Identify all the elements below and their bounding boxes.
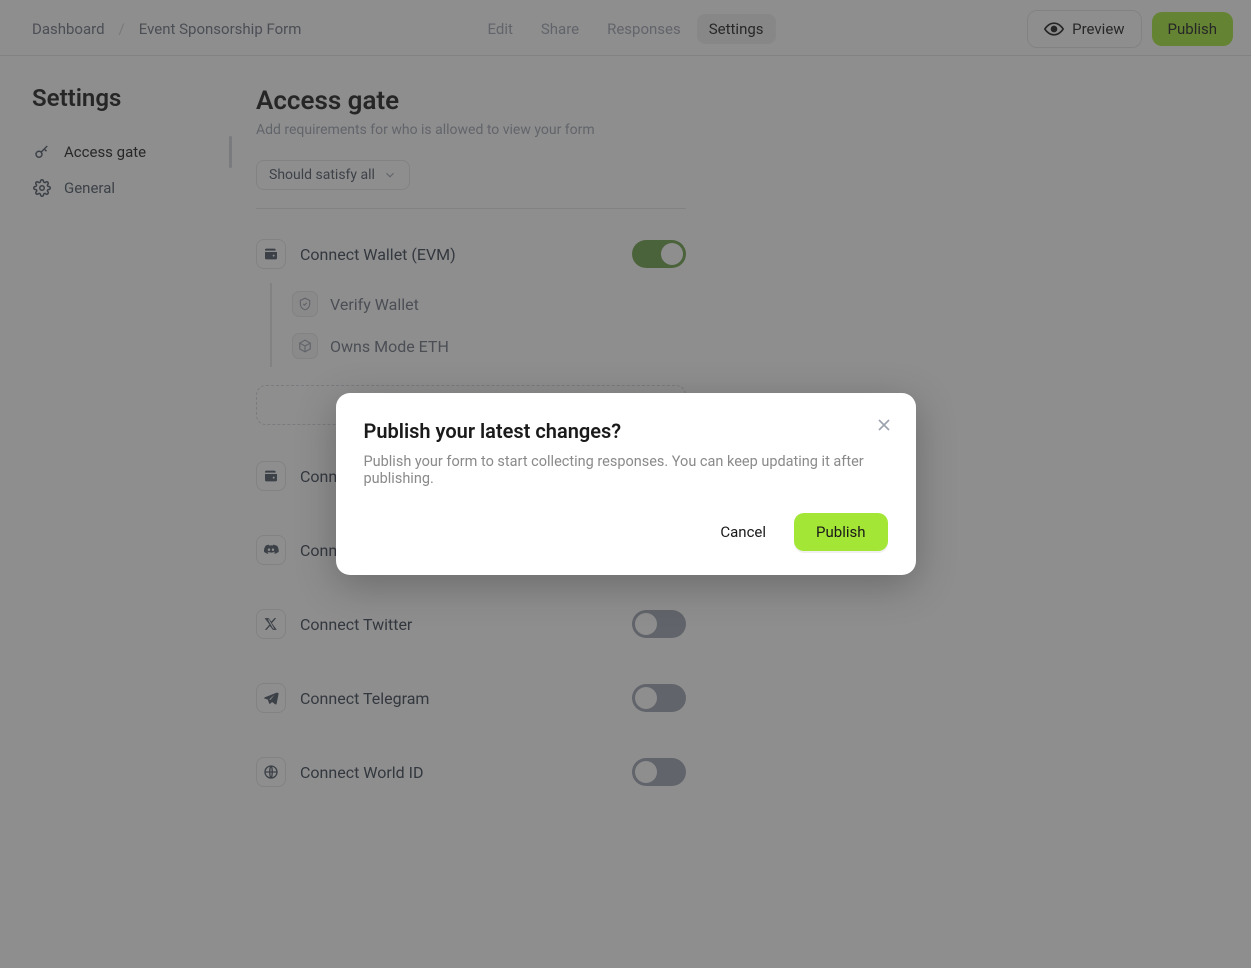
modal-body: Publish your form to start collecting re… [364, 453, 888, 487]
publish-modal: Publish your latest changes? Publish you… [336, 393, 916, 575]
cancel-button[interactable]: Cancel [706, 513, 780, 551]
modal-actions: Cancel Publish [364, 513, 888, 551]
close-icon[interactable] [874, 415, 894, 435]
modal-overlay[interactable]: Publish your latest changes? Publish you… [0, 0, 1251, 968]
modal-title: Publish your latest changes? [364, 419, 888, 443]
modal-publish-button[interactable]: Publish [794, 513, 887, 551]
